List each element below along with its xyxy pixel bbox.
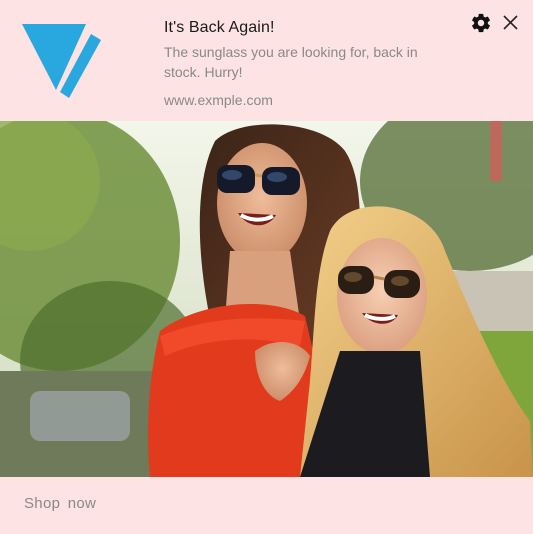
sunglasses-photo	[0, 121, 533, 477]
notification-image	[0, 121, 533, 477]
shop-now-button[interactable]: Shop now	[24, 495, 96, 512]
brand-logo	[22, 24, 101, 98]
notification-message: The sunglass you are looking for, back i…	[164, 44, 418, 80]
close-button[interactable]	[500, 12, 522, 34]
notification-title: It's Back Again!	[164, 19, 275, 36]
close-icon	[503, 15, 518, 30]
notification-site: www.exmple.com	[164, 92, 273, 108]
push-notification: It's Back Again! The sunglass you are lo…	[0, 0, 533, 534]
settings-button[interactable]	[470, 12, 492, 34]
notification-header: It's Back Again! The sunglass you are lo…	[0, 0, 533, 121]
gear-icon	[472, 13, 490, 33]
notification-footer: Shop now	[0, 477, 533, 534]
